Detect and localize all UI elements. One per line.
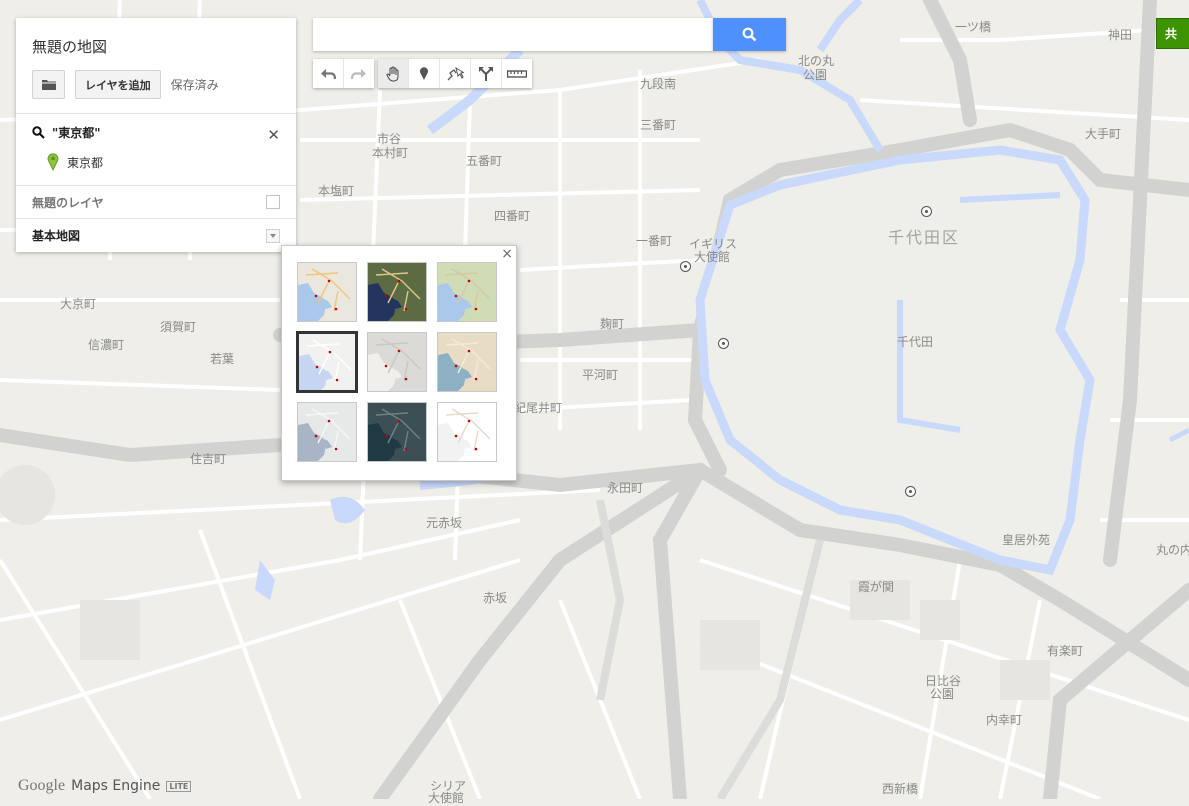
map-label: 元赤坂 <box>426 516 463 530</box>
folder-icon <box>41 80 56 90</box>
basemap-light-landmass-thumbnail[interactable] <box>297 402 357 462</box>
map-label: 紀尾井町 <box>514 401 563 415</box>
basemap-selector-popup: × <box>281 245 517 481</box>
basemap-mono-city-thumbnail[interactable] <box>367 332 427 392</box>
open-map-button[interactable] <box>32 70 65 99</box>
hand-icon <box>386 65 399 81</box>
map-label: 神田 <box>1108 28 1133 42</box>
search-icon <box>742 27 757 42</box>
marker-icon <box>420 67 428 80</box>
map-label: 公園 <box>803 68 828 82</box>
map-label: 本村町 <box>372 146 409 160</box>
add-layer-button[interactable]: レイヤを追加 <box>75 70 161 99</box>
drawing-tools <box>378 59 532 88</box>
search-results-layer: "東京都" ✕ 東京都 <box>16 114 296 186</box>
directions-icon <box>479 67 493 81</box>
map-label: 西新橋 <box>882 782 919 796</box>
map-label: 赤坂 <box>483 591 508 605</box>
search-layer-header: "東京都" <box>32 124 280 141</box>
map-panel: 無題の地図 レイヤを追加 保存済み "東京都" ✕ 東京都 無題のレイヤ 基本地… <box>16 18 296 252</box>
map-label: 永田町 <box>607 481 644 495</box>
undo-button[interactable] <box>313 59 344 88</box>
basemap-light-political-thumbnail[interactable] <box>296 331 358 393</box>
undo-icon <box>321 68 336 79</box>
map-label: 大京町 <box>60 297 97 311</box>
basemap-label: 基本地図 <box>32 229 81 243</box>
redo-icon <box>351 68 366 79</box>
pan-button[interactable] <box>378 59 409 88</box>
map-label: 平河町 <box>582 368 619 382</box>
map-label: 麹町 <box>600 317 625 331</box>
map-label: 本塩町 <box>318 184 355 198</box>
lite-badge: LITE <box>166 780 192 792</box>
search-button[interactable] <box>713 18 786 51</box>
draw-line-button[interactable] <box>440 59 471 88</box>
layer-item[interactable]: 無題のレイヤ <box>16 186 296 219</box>
map-label: 霞が関 <box>858 580 895 594</box>
map-label: 内幸町 <box>986 713 1023 727</box>
map-label: 住吉町 <box>190 452 227 466</box>
map-label: 九段南 <box>640 77 677 91</box>
redo-button[interactable] <box>344 59 374 88</box>
poi-marker[interactable] <box>921 206 932 217</box>
map-label: 千代田 <box>897 335 934 349</box>
map-label: 信濃町 <box>88 338 125 352</box>
search-query: "東京都" <box>52 126 101 140</box>
map-label: 一番町 <box>636 234 673 248</box>
map-label: 千代田区 <box>888 228 961 247</box>
map-label: 大手町 <box>1085 127 1122 141</box>
poi-marker[interactable] <box>680 261 691 272</box>
map-label: 三番町 <box>640 118 677 132</box>
map-label: 須賀町 <box>160 320 197 334</box>
basemap-dark-landmass-thumbnail[interactable] <box>367 402 427 462</box>
panel-toolbar: レイヤを追加 保存済み <box>16 60 296 114</box>
ruler-icon <box>507 69 527 78</box>
map-label: 皇居外苑 <box>1002 533 1051 547</box>
measure-button[interactable] <box>502 59 532 88</box>
close-icon[interactable]: ✕ <box>267 126 280 144</box>
poi-marker[interactable] <box>905 486 916 497</box>
search-result-label: 東京都 <box>67 155 104 170</box>
map-label: 一ツ橋 <box>955 20 992 34</box>
close-icon[interactable]: × <box>501 246 513 262</box>
dropdown-icon[interactable] <box>266 228 280 243</box>
basemap-map-thumbnail[interactable] <box>297 262 357 322</box>
map-label: 公園 <box>930 687 955 701</box>
add-marker-button[interactable] <box>409 59 440 88</box>
share-button[interactable]: 共 <box>1156 18 1189 49</box>
map-footer: Google Maps Engine LITE <box>18 777 192 795</box>
google-logo: Google <box>18 777 66 794</box>
draw-line-icon <box>447 66 464 80</box>
layer-name[interactable]: 無題のレイヤ <box>32 194 104 211</box>
map-label: 五番町 <box>466 154 503 168</box>
search-result-item[interactable]: 東京都 <box>32 153 280 171</box>
map-label: 丸の内 <box>1156 543 1189 557</box>
map-label: 大使館 <box>428 791 465 805</box>
basemap-row[interactable]: 基本地図 <box>16 219 296 252</box>
history-tools <box>313 59 374 88</box>
basemap-terrain-thumbnail[interactable] <box>437 262 497 322</box>
poi-marker[interactable] <box>718 338 729 349</box>
directions-button[interactable] <box>471 59 502 88</box>
save-status: 保存済み <box>170 78 219 92</box>
map-label: 若葉 <box>210 352 235 366</box>
basemap-whitewater-thumbnail[interactable] <box>437 402 497 462</box>
map-title[interactable]: 無題の地図 <box>16 18 296 60</box>
product-name: Maps Engine <box>71 778 161 794</box>
green-pin-icon <box>47 153 59 171</box>
basemap-simple-atlas-thumbnail[interactable] <box>437 332 497 392</box>
layer-visibility-checkbox[interactable] <box>266 195 280 209</box>
basemap-satellite-thumbnail[interactable] <box>367 262 427 322</box>
map-label: 有楽町 <box>1047 644 1084 658</box>
map-label: 四番町 <box>494 209 531 223</box>
search-icon <box>32 126 45 139</box>
map-label: 大使館 <box>694 250 731 264</box>
search-input[interactable] <box>313 18 713 51</box>
